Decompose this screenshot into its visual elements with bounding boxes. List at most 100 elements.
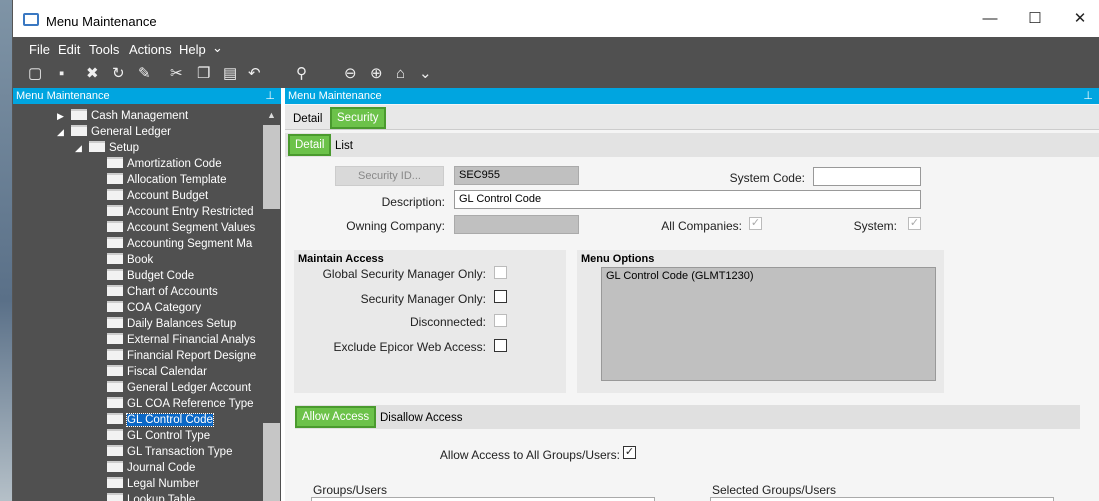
tree-node[interactable]: GL Control Type [107, 428, 210, 444]
tree-scrollbar[interactable]: ▲ [263, 105, 280, 501]
tree-node-label[interactable]: General Ledger Account [127, 382, 251, 394]
tree-node-label[interactable]: GL COA Reference Type [127, 398, 254, 410]
tree-node-label[interactable]: Chart of Accounts [127, 286, 218, 298]
tree-node[interactable]: GL COA Reference Type [107, 396, 254, 412]
tree-node-label[interactable]: COA Category [127, 302, 201, 314]
scroll-up-icon[interactable]: ▲ [267, 110, 276, 120]
expand-arrow-icon[interactable]: ▶ [57, 108, 71, 124]
tree-node[interactable]: COA Category [107, 300, 201, 316]
disconnected-checkbox[interactable] [494, 314, 507, 327]
pin-icon[interactable]: ⊥ [1083, 89, 1093, 102]
tree-node-label[interactable]: Fiscal Calendar [127, 366, 207, 378]
tree-node[interactable]: Allocation Template [107, 172, 227, 188]
clear-icon[interactable]: ✎ [138, 64, 151, 84]
tree-node-label[interactable]: Allocation Template [127, 174, 227, 186]
tree-node[interactable]: ▶ Cash Management [57, 108, 188, 124]
tree-node-label[interactable]: Lookup Table [127, 494, 195, 501]
home-icon[interactable]: ⌂ [396, 64, 405, 84]
tree-node[interactable]: Amortization Code [107, 156, 222, 172]
tree-node-label[interactable]: Book [127, 254, 153, 266]
selected-groups-list[interactable] [710, 497, 1054, 501]
system-checkbox[interactable]: ✓ [908, 217, 921, 230]
all-companies-checkbox[interactable]: ✓ [749, 217, 762, 230]
tree-node[interactable]: ◢ Setup [75, 140, 139, 156]
menu-options-list[interactable]: GL Control Code (GLMT1230) [601, 267, 936, 381]
allow-all-checkbox[interactable]: ✓ [623, 446, 636, 459]
tree-node[interactable]: External Financial Analys [107, 332, 255, 348]
scroll-thumb-top[interactable] [263, 125, 280, 209]
tree-node-label[interactable]: External Financial Analys [127, 334, 255, 346]
tree-node-label[interactable]: Accounting Segment Ma [127, 238, 252, 250]
tree-node[interactable]: Accounting Segment Ma [107, 236, 252, 252]
tree-node[interactable]: Lookup Table [107, 492, 195, 501]
global-security-checkbox[interactable] [494, 266, 507, 279]
tree-node[interactable]: Account Entry Restricted [107, 204, 254, 220]
tree-node-label[interactable]: General Ledger [91, 126, 171, 138]
collapse-arrow-icon[interactable]: ◢ [57, 124, 71, 140]
tree-node-label[interactable]: Account Segment Values [127, 222, 255, 234]
tree-node[interactable]: Account Budget [107, 188, 208, 204]
tree-node[interactable]: GL Transaction Type [107, 444, 232, 460]
tab-detail[interactable]: Detail [288, 108, 327, 130]
tab-allow-access[interactable]: Allow Access [295, 406, 377, 428]
tree-node[interactable]: GL Control Code [107, 412, 214, 428]
paste-icon[interactable]: ▤ [223, 64, 237, 84]
tree-node[interactable]: Financial Report Designe [107, 348, 256, 364]
tree-node[interactable]: Book [107, 252, 153, 268]
tab-list[interactable]: List [330, 135, 358, 157]
system-code-field[interactable] [813, 167, 921, 186]
tree-node-label[interactable]: Setup [109, 142, 139, 154]
menu-option-item[interactable]: GL Control Code (GLMT1230) [606, 270, 754, 282]
minimize-button[interactable]: — [975, 8, 1005, 30]
forward-icon[interactable]: ⊕ [370, 64, 383, 84]
tree-node[interactable]: Chart of Accounts [107, 284, 218, 300]
tree-node-label[interactable]: GL Transaction Type [127, 446, 232, 458]
tree-node-label[interactable]: Financial Report Designe [127, 350, 256, 362]
back-icon[interactable]: ⊖ [344, 64, 357, 84]
tab-sub-detail[interactable]: Detail [288, 134, 332, 156]
tree-node[interactable]: Budget Code [107, 268, 194, 284]
tree-node-label[interactable]: Cash Management [91, 110, 188, 122]
menu-dropdown-icon[interactable]: ⌄ [212, 40, 223, 56]
collapse-arrow-icon[interactable]: ◢ [75, 140, 89, 156]
tree-node[interactable]: ◢ General Ledger [57, 124, 171, 140]
tab-disallow-access[interactable]: Disallow Access [375, 407, 467, 429]
tree-node-label[interactable]: Amortization Code [127, 158, 222, 170]
copy-icon[interactable]: ❐ [197, 64, 210, 84]
delete-icon[interactable]: ✖ [86, 64, 99, 84]
security-id-field[interactable]: SEC955 [454, 166, 579, 185]
menu-actions[interactable]: Actions [129, 42, 172, 57]
tree-node[interactable]: Journal Code [107, 460, 195, 476]
tree-node-label[interactable]: Journal Code [127, 462, 195, 474]
search-icon[interactable]: ⚲ [296, 64, 307, 84]
menu-file[interactable]: File [29, 42, 50, 57]
menu-edit[interactable]: Edit [58, 42, 80, 57]
tree-node[interactable]: Fiscal Calendar [107, 364, 207, 380]
maximize-button[interactable]: ☐ [1020, 8, 1050, 30]
security-id-button[interactable]: Security ID... [335, 166, 444, 186]
tree-node[interactable]: Legal Number [107, 476, 199, 492]
tree-node-label[interactable]: GL Control Type [127, 430, 210, 442]
security-manager-checkbox[interactable] [494, 290, 507, 303]
tree-node-label[interactable]: GL Control Code [126, 413, 214, 427]
description-field[interactable]: GL Control Code [454, 190, 921, 209]
owning-company-field[interactable] [454, 215, 579, 234]
toolbar-dropdown-icon[interactable]: ⌄ [419, 64, 432, 84]
tree-node-label[interactable]: Account Entry Restricted [127, 206, 254, 218]
tree-node-label[interactable]: Account Budget [127, 190, 208, 202]
exclude-web-access-checkbox[interactable] [494, 339, 507, 352]
tree-node[interactable]: General Ledger Account [107, 380, 251, 396]
menu-tools[interactable]: Tools [89, 42, 119, 57]
close-button[interactable]: ✕ [1065, 8, 1095, 30]
pin-icon[interactable]: ⊥ [265, 89, 275, 102]
tree-node[interactable]: Account Segment Values [107, 220, 255, 236]
new-icon[interactable]: ▢ [28, 64, 42, 84]
tree-node-label[interactable]: Legal Number [127, 478, 199, 490]
groups-users-list[interactable] [311, 497, 655, 501]
tree-node-label[interactable]: Daily Balances Setup [127, 318, 236, 330]
undo-icon[interactable]: ↶ [248, 64, 261, 84]
save-icon[interactable]: ▪ [59, 64, 64, 84]
refresh-icon[interactable]: ↻ [112, 64, 125, 84]
tree-node[interactable]: Daily Balances Setup [107, 316, 236, 332]
cut-icon[interactable]: ✂ [170, 64, 183, 84]
